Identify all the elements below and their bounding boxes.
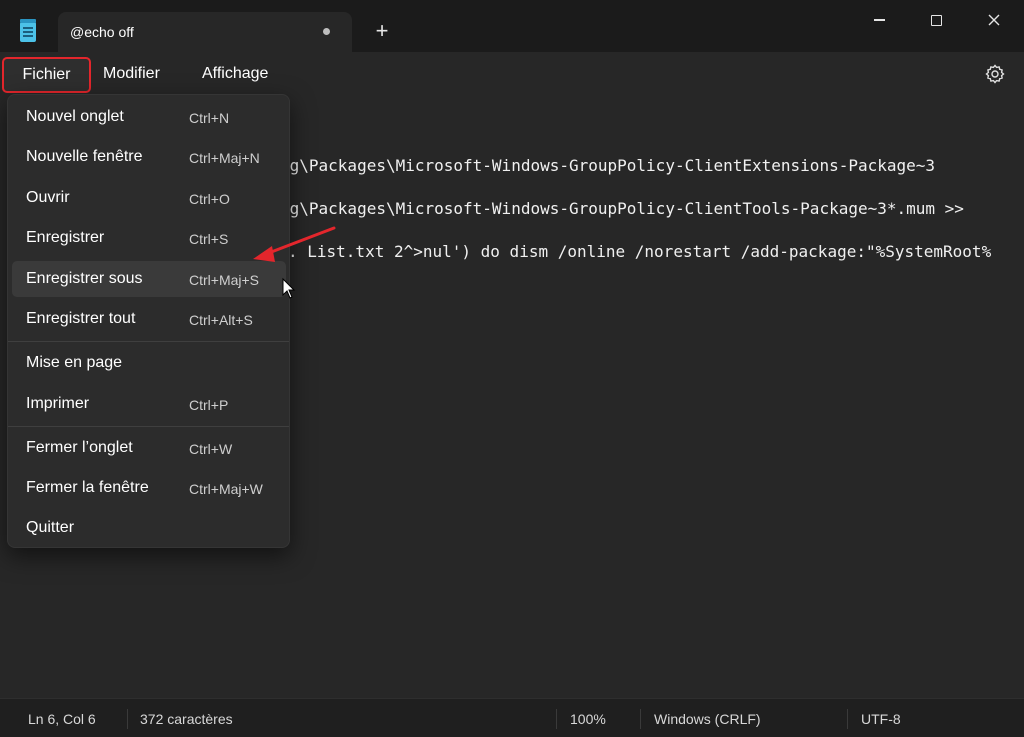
menu-item-label: Nouvelle fenêtre [26, 148, 143, 165]
menu-item-label: Enregistrer sous [26, 270, 143, 287]
minimize-button[interactable] [850, 0, 908, 40]
menu-affichage[interactable]: Affichage [202, 61, 268, 87]
menu-item-label: Nouvel onglet [26, 108, 124, 125]
close-icon [988, 14, 1000, 26]
menu-item-shortcut: Ctrl+N [189, 110, 230, 126]
status-bar: Ln 6, Col 6 372 caractères 100% Windows … [0, 698, 1024, 737]
status-separator [556, 709, 557, 729]
file-menu-dropdown: Nouvel onglet Ctrl+N Nouvelle fenêtre Ct… [7, 94, 290, 548]
menu-item-imprimer[interactable]: Imprimer Ctrl+P [12, 386, 286, 422]
menu-item-label: Quitter [26, 519, 75, 536]
menu-item-ouvrir[interactable]: Ouvrir Ctrl+O [12, 180, 286, 216]
menu-modifier[interactable]: Modifier [103, 61, 160, 87]
menu-item-shortcut: Ctrl+Maj+W [189, 481, 263, 497]
menu-item-fermer-onglet[interactable]: Fermer l’onglet Ctrl+W [12, 430, 286, 466]
tab-title: @echo off [70, 24, 134, 40]
line-ending[interactable]: Windows (CRLF) [654, 711, 761, 727]
zoom-level[interactable]: 100% [570, 711, 606, 727]
menu-item-shortcut: Ctrl+Maj+N [189, 150, 260, 166]
menu-item-fermer-fenetre[interactable]: Fermer la fenêtre Ctrl+Maj+W [12, 470, 286, 506]
settings-button[interactable] [983, 62, 1007, 86]
editor-line: ng\Packages\Microsoft-Windows-GroupPolic… [280, 156, 936, 175]
menu-item-label: Enregistrer [26, 229, 105, 246]
menu-item-label: Ouvrir [26, 189, 70, 206]
menu-item-label: Enregistrer tout [26, 310, 136, 327]
menu-item-label: Mise en page [26, 354, 123, 371]
menu-item-mise-en-page[interactable]: Mise en page [12, 345, 286, 381]
menu-fichier[interactable]: Fichier [2, 57, 91, 93]
plus-icon: + [375, 18, 389, 43]
menu-item-enregistrer-tout[interactable]: Enregistrer tout Ctrl+Alt+S [12, 301, 286, 337]
encoding[interactable]: UTF-8 [861, 711, 901, 727]
menu-item-enregistrer[interactable]: Enregistrer Ctrl+S [12, 220, 286, 256]
menu-item-shortcut: Ctrl+Alt+S [189, 312, 253, 328]
menu-separator [8, 426, 289, 427]
maximize-button[interactable] [907, 0, 965, 40]
menu-item-label: Fermer l’onglet [26, 439, 133, 456]
menu-item-shortcut: Ctrl+W [189, 441, 233, 457]
editor-line: ng\Packages\Microsoft-Windows-GroupPolic… [280, 199, 964, 218]
menu-item-nouvel-onglet[interactable]: Nouvel onglet Ctrl+N [12, 99, 286, 135]
tab-echo-off[interactable]: @echo off [58, 12, 352, 52]
menu-item-shortcut: Ctrl+Maj+S [189, 272, 260, 288]
new-tab-button[interactable]: + [370, 19, 394, 43]
maximize-icon [930, 14, 942, 26]
status-separator [640, 709, 641, 729]
menu-item-shortcut: Ctrl+P [189, 397, 229, 413]
menu-item-label: Imprimer [26, 395, 90, 412]
menu-item-nouvelle-fenetre[interactable]: Nouvelle fenêtre Ctrl+Maj+N [12, 139, 286, 175]
close-window-button[interactable] [965, 0, 1023, 40]
menu-bar: Fichier Modifier Affichage [0, 52, 1024, 94]
tab-unsaved-dot-icon[interactable] [323, 28, 330, 35]
status-separator [127, 709, 128, 729]
menu-item-shortcut: Ctrl+S [189, 231, 229, 247]
menu-item-label: Fermer la fenêtre [26, 479, 149, 496]
editor-line: . List.txt 2^>nul') do dism /online /nor… [288, 242, 992, 261]
status-separator [847, 709, 848, 729]
title-bar: @echo off + [0, 0, 1024, 52]
menu-item-shortcut: Ctrl+O [189, 191, 230, 207]
menu-item-quitter[interactable]: Quitter [12, 510, 286, 546]
cursor-position: Ln 6, Col 6 [28, 711, 96, 727]
minimize-icon [873, 19, 885, 21]
gear-icon [985, 64, 1005, 84]
character-count: 372 caractères [140, 711, 233, 727]
notepad-app-icon [20, 19, 36, 42]
menu-item-enregistrer-sous[interactable]: Enregistrer sous Ctrl+Maj+S [12, 261, 286, 297]
menu-separator [8, 341, 289, 342]
